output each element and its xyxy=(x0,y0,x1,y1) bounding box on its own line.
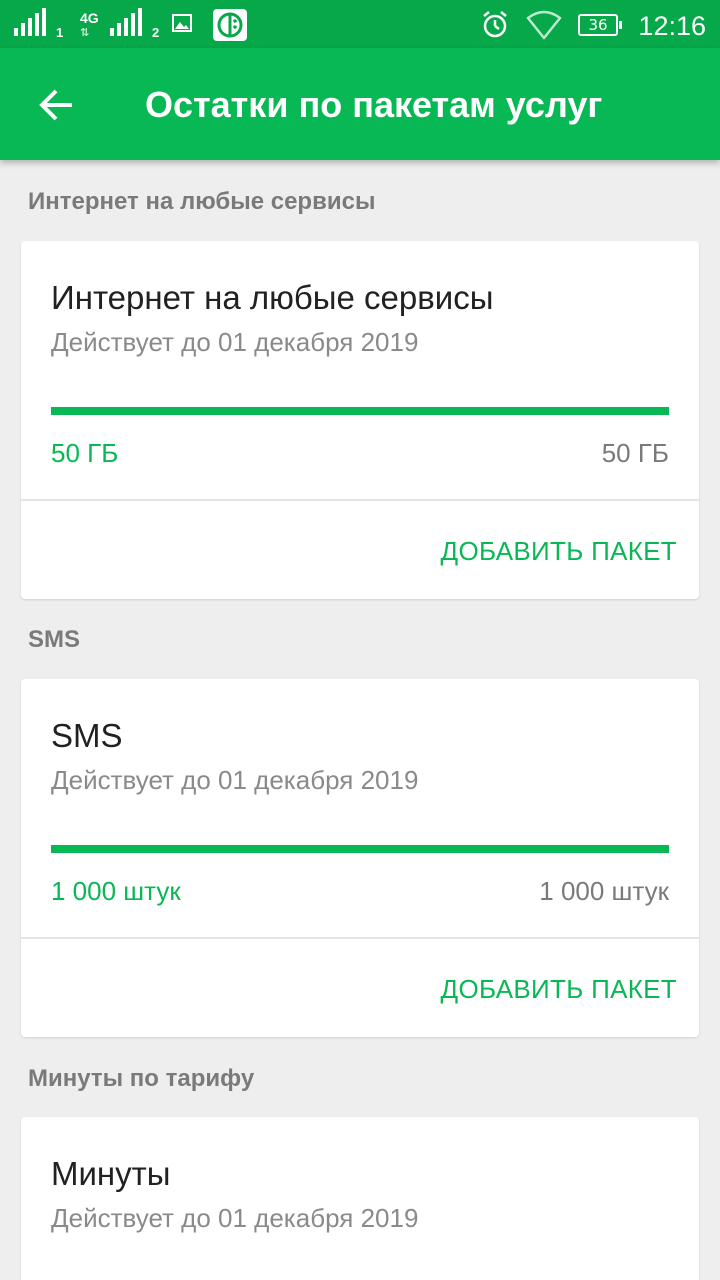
back-button[interactable] xyxy=(26,78,86,132)
battery-icon: 36 xyxy=(578,14,622,36)
sim1-label: 1 xyxy=(56,25,64,40)
page-title: Остатки по пакетам услуг xyxy=(145,84,603,125)
add-package-button[interactable]: ДОБАВИТЬ ПАКЕТ xyxy=(441,974,677,1005)
usage-progress-bar xyxy=(51,845,669,853)
divider xyxy=(21,937,699,939)
arrow-back-icon xyxy=(39,89,72,121)
status-time: 12:16 xyxy=(638,11,706,41)
card-validity: Действует до 01 декабря 2019 xyxy=(51,327,419,357)
divider xyxy=(21,499,699,501)
package-card-internet: Интернет на любые сервисы Действует до 0… xyxy=(21,241,699,599)
package-card-sms: SMS Действует до 01 декабря 2019 1 000 ш… xyxy=(21,679,699,1037)
total-amount: 50 ГБ xyxy=(601,438,669,468)
sim2-label: 2 xyxy=(152,25,160,40)
app-bar: Остатки по пакетам услуг xyxy=(0,48,720,160)
section-header-sms: SMS xyxy=(28,626,81,653)
section-header-minutes: Минуты по тарифу xyxy=(28,1065,255,1092)
sim2-label-wrap: 2 xyxy=(144,10,160,40)
alarm-icon xyxy=(483,11,507,38)
sim1-label-wrap: 1 xyxy=(48,10,64,40)
section-header-internet: Интернет на любые сервисы xyxy=(28,188,376,215)
wifi-icon xyxy=(526,10,562,40)
card-validity: Действует до 01 декабря 2019 xyxy=(51,765,419,795)
card-validity: Действует до 01 декабря 2019 xyxy=(51,1203,419,1233)
app-icon xyxy=(213,9,247,41)
status-bar: 1 4G ⇅ 2 36 12:16 xyxy=(0,0,720,48)
package-card-minutes: Минуты Действует до 01 декабря 2019 xyxy=(21,1117,699,1280)
image-icon xyxy=(172,14,192,32)
status-left: 1 4G ⇅ 2 xyxy=(14,8,160,42)
card-title: SMS xyxy=(51,717,123,754)
total-amount: 1 000 штук xyxy=(539,876,669,906)
remaining-amount: 1 000 штук xyxy=(51,876,181,906)
network-type: 4G ⇅ xyxy=(80,10,108,40)
usage-progress-bar xyxy=(51,407,669,415)
signal-icon-sim2 xyxy=(110,8,144,40)
card-title: Интернет на любые сервисы xyxy=(51,279,494,316)
add-package-button[interactable]: ДОБАВИТЬ ПАКЕТ xyxy=(441,536,677,567)
card-title: Минуты xyxy=(51,1155,171,1192)
signal-icon xyxy=(14,8,48,40)
data-arrows-icon: ⇅ xyxy=(80,27,90,39)
network-type-label: 4G xyxy=(80,10,99,26)
remaining-amount: 50 ГБ xyxy=(51,438,119,468)
screen: 1 4G ⇅ 2 36 12:16 Остатки по пакетам усл… xyxy=(0,0,720,1280)
